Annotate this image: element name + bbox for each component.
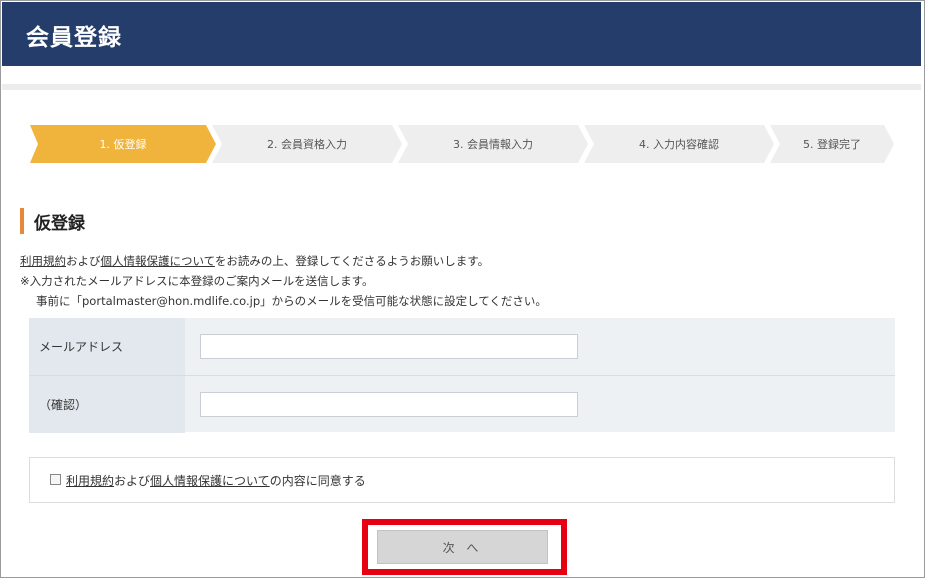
notice-line-2: ※入力されたメールアドレスに本登録のご案内メールを送信します。 xyxy=(20,274,374,288)
email-row: メールアドレス xyxy=(29,318,895,375)
agree-connector: および xyxy=(114,474,151,488)
notice-connector: および xyxy=(66,254,101,268)
section-accent-bar xyxy=(20,208,24,234)
notice-line-1: 利用規約および個人情報保護についてをお読みの上、登録してくださるようお願いします… xyxy=(20,253,489,269)
email-label: メールアドレス xyxy=(39,340,124,354)
terms-link[interactable]: 利用規約 xyxy=(20,254,66,268)
page-header: 会員登録 xyxy=(2,2,921,66)
step-1: 1. 仮登録 xyxy=(30,125,216,163)
confirm-label-cell: （確認） xyxy=(29,376,185,433)
email-confirm-input[interactable] xyxy=(200,392,578,417)
agree-checkbox[interactable] xyxy=(50,474,61,485)
email-input[interactable] xyxy=(200,334,578,359)
agree-label: 利用規約および個人情報保護についての内容に同意する xyxy=(66,472,366,489)
step-3-label: 3. 会員情報入力 xyxy=(453,138,533,151)
step-2-label: 2. 会員資格入力 xyxy=(267,138,347,151)
agree-privacy-link[interactable]: 個人情報保護について xyxy=(150,474,270,488)
agree-label-rest: の内容に同意する xyxy=(269,474,366,488)
step-5: 5. 登録完了 xyxy=(770,125,894,163)
next-button[interactable]: 次 へ xyxy=(377,530,548,564)
step-1-label: 1. 仮登録 xyxy=(99,138,147,151)
step-4-label: 4. 入力内容確認 xyxy=(639,138,719,151)
email-label-cell: メールアドレス xyxy=(29,318,185,375)
step-4: 4. 入力内容確認 xyxy=(584,125,774,163)
agreement-box: 利用規約および個人情報保護についての内容に同意する xyxy=(29,457,895,503)
section-title: 仮登録 xyxy=(34,214,85,234)
step-2: 2. 会員資格入力 xyxy=(212,125,402,163)
step-5-label: 5. 登録完了 xyxy=(803,138,861,151)
agree-terms-link[interactable]: 利用規約 xyxy=(66,474,114,488)
privacy-link[interactable]: 個人情報保護について xyxy=(101,254,215,268)
header-divider xyxy=(2,84,921,90)
page-title: 会員登録 xyxy=(26,25,122,51)
step-3: 3. 会員情報入力 xyxy=(398,125,588,163)
email-confirm-row: （確認） xyxy=(29,375,895,433)
notice-line-3: 事前に「portalmaster@hon.mdlife.co.jp」からのメール… xyxy=(36,294,547,308)
registration-form: メールアドレス （確認） xyxy=(29,318,895,433)
registration-steps: 1. 仮登録 2. 会員資格入力 3. 会員情報入力 4. 入力内容確認 5. … xyxy=(30,125,894,163)
notice-line-1-rest: をお読みの上、登録してくださるようお願いします。 xyxy=(214,254,490,268)
confirm-label: （確認） xyxy=(39,398,88,412)
